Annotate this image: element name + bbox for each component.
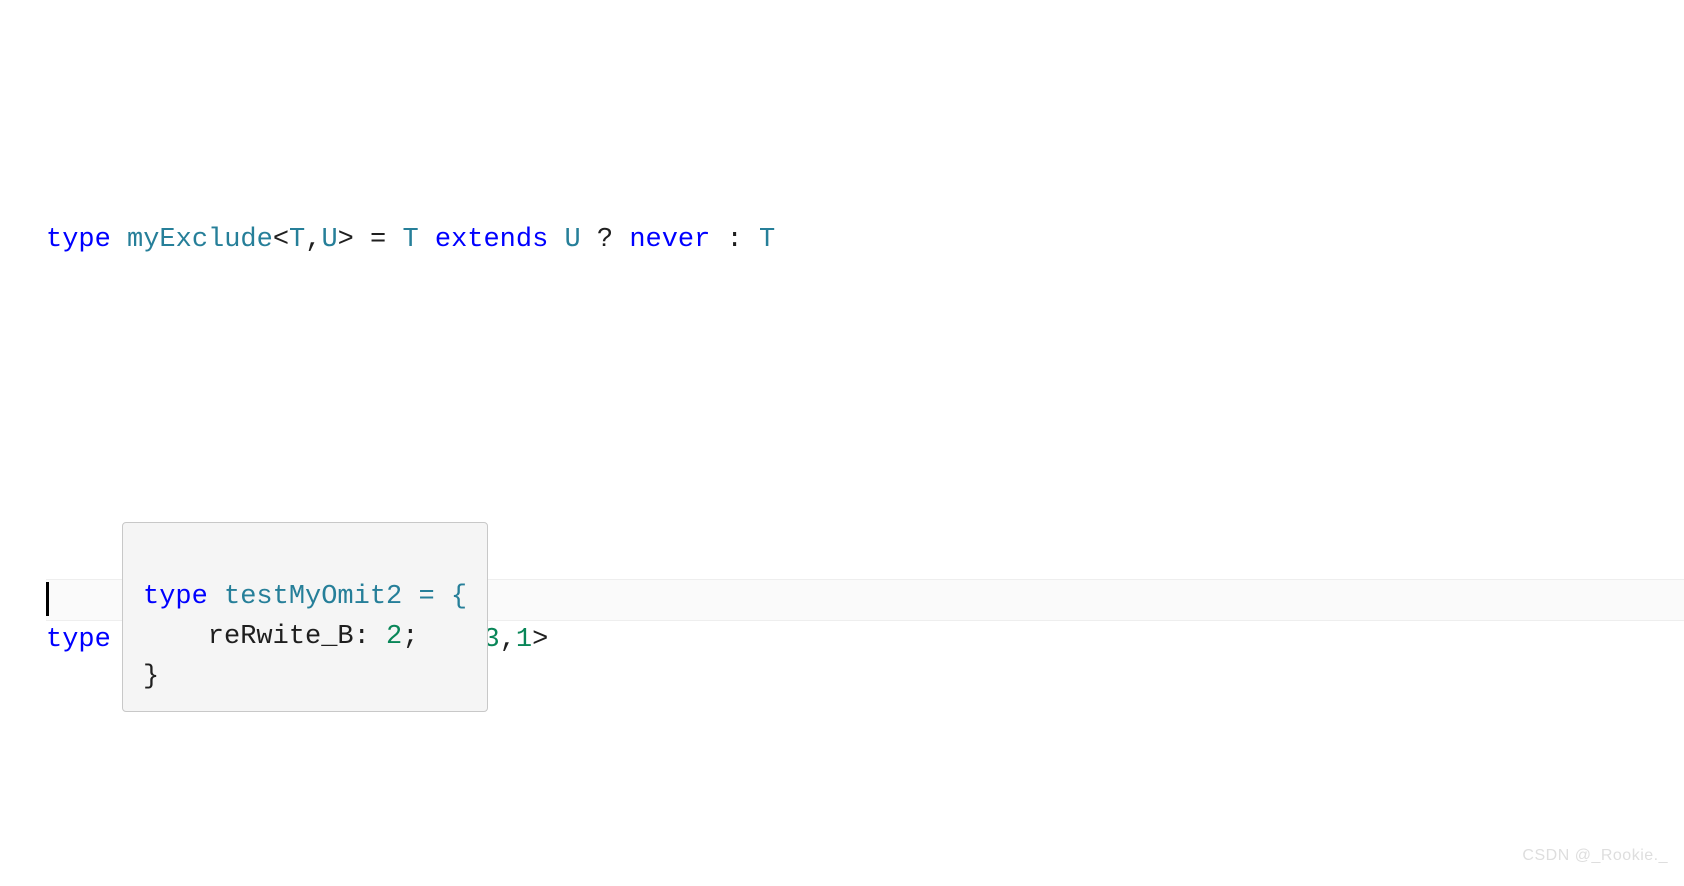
blank-line xyxy=(46,820,1684,860)
blank-line xyxy=(46,420,1684,460)
keyword-type: type xyxy=(46,225,111,255)
code-editor[interactable]: type myExclude<T,U> = T extends U ? neve… xyxy=(0,0,1684,886)
code-line: type myExclude<T,U> = T extends U ? neve… xyxy=(46,220,1684,260)
text-caret xyxy=(46,582,49,616)
type-hint-tooltip: type testMyOmit2 = { reRwite_B: 2; } xyxy=(122,522,488,712)
